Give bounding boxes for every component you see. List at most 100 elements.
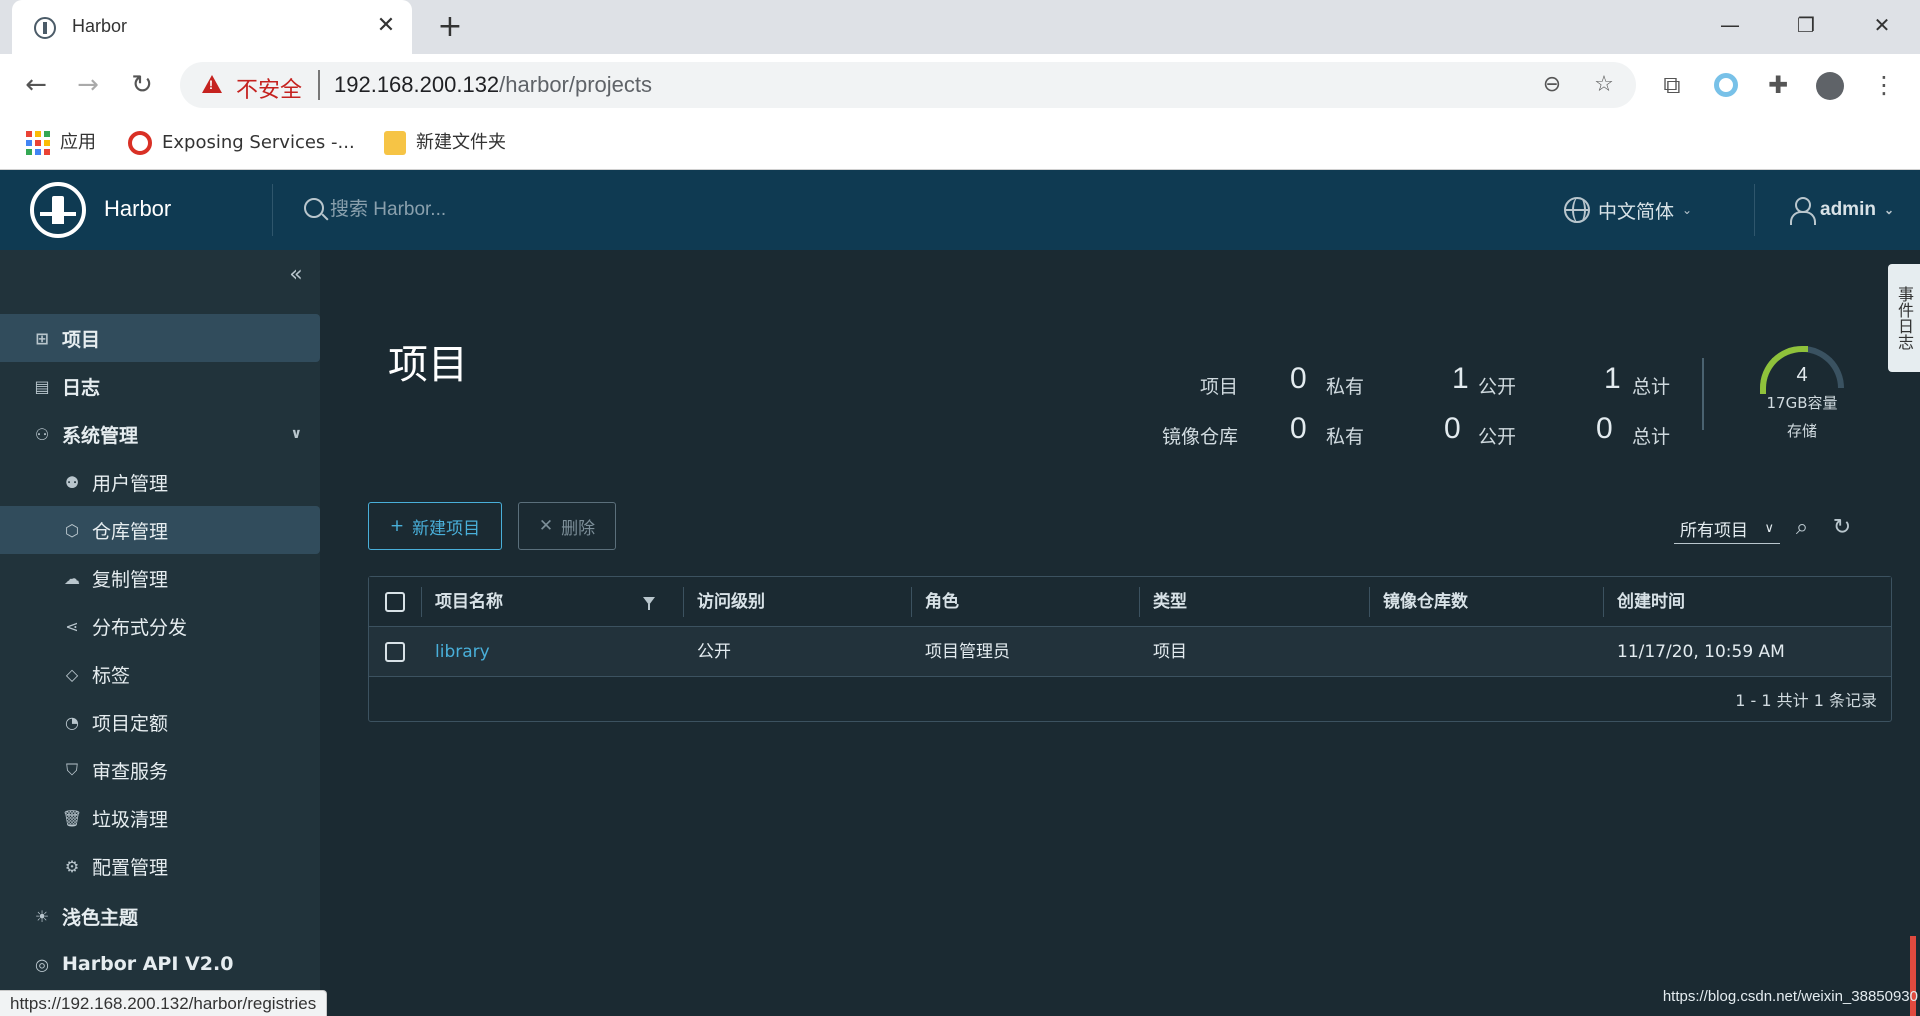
new-project-button[interactable]: + 新建项目 [368,502,502,550]
project-name-link[interactable]: library [435,627,490,677]
sidebar-item-label: 系统管理 [62,424,139,447]
trash-icon: 🗑 [61,808,83,828]
sidebar-item-gc[interactable]: 🗑 垃圾清理 [0,794,320,842]
url-text[interactable]: 192.168.200.132/harbor/projects [334,72,652,98]
select-all-checkbox[interactable] [385,592,405,612]
openshift-icon [128,131,152,155]
logs-icon: ▤ [34,376,50,396]
table-footer: 1 - 1 共计 1 条记录 [1735,691,1877,710]
stat-row-projects-label: 项目 [1200,376,1239,398]
quota-capacity: 17GB容量 [1766,394,1838,412]
back-icon[interactable]: ← [18,68,54,104]
bookmark-apps[interactable]: 应用 [26,128,96,158]
refresh-icon[interactable]: ↻ [1828,514,1856,542]
new-tab-icon[interactable]: + [432,10,468,46]
window-close-icon[interactable]: ✕ [1862,10,1902,40]
chevron-down-icon: ∨ [1764,521,1774,536]
bookmark-star-icon[interactable]: ☆ [1590,71,1618,99]
sidebar-item-label: 标签 [92,664,131,687]
sidebar-item-logs[interactable]: ▤ 日志 [0,362,320,410]
new-project-label: 新建项目 [412,518,481,539]
globe-icon [1564,197,1590,223]
bookmark-exposing-services[interactable]: Exposing Services -... [128,128,355,158]
sidebar-item-light-theme[interactable]: ☀ 浅色主题 [0,892,320,940]
sidebar-item-label: 垃圾清理 [92,808,169,831]
stat-projects-private: 0 [1290,362,1307,395]
plus-icon: + [389,516,405,536]
column-divider [911,587,912,617]
sidebar-item-quotas[interactable]: ◔ 项目定额 [0,698,320,746]
header-created-time[interactable]: 创建时间 [1617,577,1685,627]
sidebar-item-users[interactable]: ⚉ 用户管理 [0,458,320,506]
row-checkbox[interactable] [385,642,405,662]
sidebar-item-label: 日志 [62,376,101,399]
collapse-sidebar-icon[interactable]: « [284,262,308,287]
status-bar-url: https://192.168.200.132/harbor/registrie… [0,990,328,1016]
user-name: admin [1820,199,1876,220]
user-icon [1790,197,1816,225]
project-filter-select[interactable]: 所有项目 ∨ [1674,514,1780,544]
column-divider [683,587,684,617]
distribution-icon: ⋖ [65,616,79,636]
sidebar-item-projects[interactable]: ⊞ 项目 [0,314,320,362]
sidebar-item-interrogation[interactable]: ⛉ 审查服务 [0,746,320,794]
stat-private-label: 私有 [1326,426,1365,448]
search-input[interactable] [330,194,730,226]
sidebar-item-configuration[interactable]: ⚙ 配置管理 [0,842,320,890]
puzzle-icon[interactable]: ✚ [1760,68,1796,104]
bookmark-label: 新建文件夹 [416,132,506,153]
search-icon[interactable]: ⌕ [1788,514,1816,542]
sidebar-item-label: 分布式分发 [92,616,188,639]
header-divider [272,184,273,236]
sidebar-item-api[interactable]: ◎ Harbor API V2.0 [0,940,320,988]
sidebar-item-label: 项目 [62,328,101,351]
brand-name[interactable]: Harbor [104,196,171,222]
tag-icon: ◇ [65,664,79,684]
stat-private-label: 私有 [1326,376,1365,398]
header-project-name[interactable]: 项目名称 [435,577,503,627]
address-bar[interactable]: 不安全 192.168.200.132/harbor/projects ⊖ ☆ [180,62,1636,108]
sidebar-item-labels[interactable]: ◇ 标签 [0,650,320,698]
warning-icon [202,75,222,93]
table-row[interactable]: library 公开 项目管理员 项目 11/17/20, 10:59 AM [369,627,1891,677]
header-role[interactable]: 角色 [925,577,959,627]
zoom-icon[interactable]: ⊖ [1538,71,1566,99]
cell-role: 项目管理员 [925,642,1010,662]
sidebar-item-distribution[interactable]: ⋖ 分布式分发 [0,602,320,650]
extension-icon[interactable]: ⧉ [1654,68,1690,104]
user-menu[interactable]: admin ⌄ [1790,194,1894,226]
browser-menu-icon[interactable]: ⋮ [1866,68,1902,104]
header-type[interactable]: 类型 [1153,577,1187,627]
sidebar-item-registries[interactable]: ⬡ 仓库管理 [0,506,320,554]
filter-icon[interactable] [643,597,655,610]
sidebar-item-administration[interactable]: ⚇ 系统管理 ∨ [0,410,320,458]
quota-storage-label: 存储 [1786,422,1817,440]
browser-tab[interactable]: Harbor ✕ [12,0,412,54]
forward-icon[interactable]: → [70,68,106,104]
gear-icon: ⚙ [64,856,80,876]
quota-icon: ◔ [65,712,79,732]
column-divider [1139,587,1140,617]
delete-button[interactable]: ✕ 删除 [518,502,616,550]
projects-icon: ⊞ [35,328,49,348]
bookmark-new-folder[interactable]: 新建文件夹 [384,128,506,158]
sidebar-item-label: 配置管理 [92,856,169,879]
header-access-level[interactable]: 访问级别 [697,577,765,627]
chevron-down-icon: ⌄ [1682,203,1693,217]
bookmarks-bar: 应用 Exposing Services -... 新建文件夹 [0,116,1920,170]
stat-total-label: 总计 [1632,426,1671,448]
cell-type: 项目 [1153,642,1187,662]
restore-icon[interactable]: ❐ [1786,10,1826,40]
language-selector[interactable]: 中文简体 ⌄ [1564,194,1692,226]
tab-close-icon[interactable]: ✕ [372,12,400,40]
browser-navbar: ← → ↻ 不安全 192.168.200.132/harbor/project… [0,54,1920,116]
profile-icon[interactable] [1812,68,1848,104]
stat-projects-public: 1 [1452,362,1469,395]
event-log-tab[interactable]: 事件日志 [1888,264,1920,372]
header-repo-count[interactable]: 镜像仓库数 [1383,577,1468,627]
reload-icon[interactable]: ↻ [124,68,160,104]
sidebar-item-replications[interactable]: ☁ 复制管理 [0,554,320,602]
extension-circle-icon[interactable] [1708,68,1744,104]
minimize-icon[interactable]: — [1710,10,1750,40]
harbor-logo-icon[interactable] [30,182,86,238]
